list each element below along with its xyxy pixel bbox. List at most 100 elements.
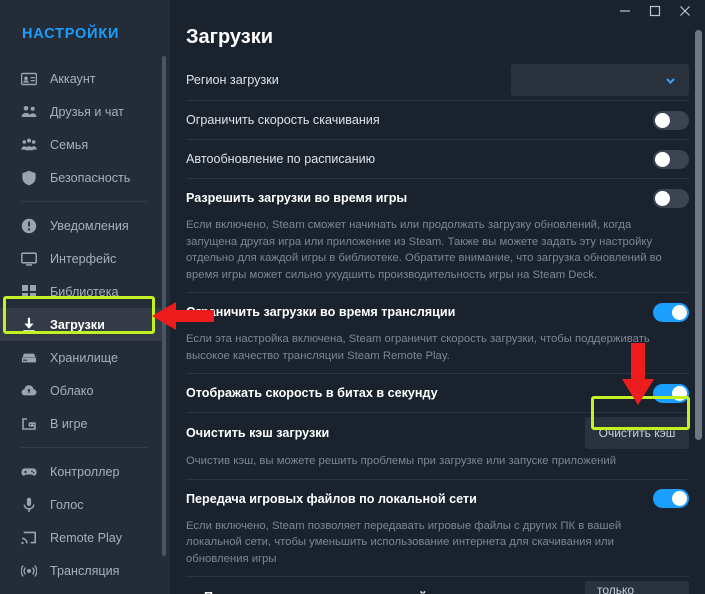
sidebar-item-друзья-и-чат[interactable]: Друзья и чат: [0, 95, 162, 128]
clear-cache-button-label: Очистить кэш: [598, 426, 676, 440]
lan-transfer-label: Передача игровых файлов по локальной сет…: [186, 491, 477, 506]
sidebar-item-трансляция[interactable]: Трансляция: [0, 554, 162, 587]
drive-icon: [20, 349, 37, 366]
display-bits-per-second-toggle[interactable]: [653, 383, 689, 403]
row-downloads-during-gameplay: Разрешить загрузки во время игры: [186, 179, 689, 217]
sidebar-item-label: Семья: [50, 137, 89, 152]
sidebar-item-загрузки[interactable]: Загрузки: [0, 308, 162, 341]
sidebar-item-label: Облако: [50, 383, 94, 398]
row-limit-bandwidth: Ограничить скорость скачивания: [186, 101, 689, 139]
sidebar-item-безопасность[interactable]: Безопасность: [0, 161, 162, 194]
gamepad-icon: [20, 463, 37, 480]
toggle-knob: [672, 385, 687, 401]
shield-icon: [20, 169, 37, 186]
sidebar-item-контроллер[interactable]: Контроллер: [0, 455, 162, 488]
sidebar-item-label: Друзья и чат: [50, 104, 124, 119]
sidebar-item-библиотека[interactable]: Библиотека: [0, 275, 162, 308]
toggle-knob: [672, 304, 687, 320]
chevron-down-icon: [666, 77, 675, 84]
monitor-icon: [20, 250, 37, 267]
toggle-knob: [655, 112, 670, 128]
microphone-icon: [20, 496, 37, 513]
display-bits-per-second-label: Отображать скорость в битах в секунду: [186, 386, 438, 400]
sidebar-item-аккаунт[interactable]: Аккаунт: [0, 62, 162, 95]
maximize-button[interactable]: [641, 1, 669, 21]
sidebar-item-label: Уведомления: [50, 218, 129, 233]
sidebar-divider: [20, 201, 148, 202]
row-download-region: Регион загрузки: [186, 60, 689, 100]
throttle-while-streaming-label: Ограничить загрузки во время трансляции: [186, 305, 456, 319]
sidebar-item-label: Голос: [50, 497, 84, 512]
allow-transfer-to-value: только мне: [597, 583, 635, 594]
row-clear-download-cache: Очистить кэш загрузки Очистить кэш: [186, 413, 689, 453]
clear-download-cache-label: Очистить кэш загрузки: [186, 426, 330, 440]
row-lan-transfer: Передача игровых файлов по локальной сет…: [186, 480, 689, 518]
sidebar-item-label: Аккаунт: [50, 71, 96, 86]
window-titlebar: [170, 0, 705, 22]
sidebar-item-label: Трансляция: [50, 563, 120, 578]
bell-alert-icon: [20, 217, 37, 234]
close-button[interactable]: [671, 1, 699, 21]
broadcast-icon: [20, 562, 37, 579]
sidebar-item-label: Загрузки: [50, 317, 105, 332]
scheduled-autoupdate-label: Автообновление по расписанию: [186, 152, 376, 166]
sidebar-item-уведомления[interactable]: Уведомления: [0, 209, 162, 242]
clear-cache-button[interactable]: Очистить кэш: [585, 417, 689, 449]
sidebar-item-интерфейс[interactable]: Интерфейс: [0, 242, 162, 275]
download-region-dropdown[interactable]: [511, 64, 689, 96]
toggle-knob: [655, 151, 670, 167]
settings-sidebar: НАСТРОЙКИ Аккаунт Друзья и чат Семья Безопа…: [0, 0, 170, 594]
steam-settings-window: НАСТРОЙКИ Аккаунт Друзья и чат Семья Безопа…: [0, 0, 705, 594]
downloads-during-gameplay-toggle[interactable]: [653, 188, 689, 208]
toggle-knob: [672, 491, 687, 506]
downloads-during-gameplay-label: Разрешить загрузки во время игры: [186, 191, 408, 205]
sidebar-item-label: Безопасность: [50, 170, 131, 185]
sidebar-item-голос[interactable]: Голос: [0, 488, 162, 521]
sidebar-item-label: Хранилище: [50, 350, 119, 365]
chevron-down-icon: [665, 591, 677, 594]
throttle-while-streaming-toggle[interactable]: [653, 302, 689, 322]
throttle-while-streaming-description: Если эта настройка включена, Steam огран…: [186, 333, 650, 362]
scheduled-autoupdate-toggle[interactable]: [653, 149, 689, 169]
friends-icon: [20, 103, 37, 120]
sidebar-item-музыка[interactable]: Музыка: [0, 587, 162, 594]
sidebar-item-семья[interactable]: Семья: [0, 128, 162, 161]
limit-bandwidth-toggle[interactable]: [653, 110, 689, 130]
row-allow-transfer-to: Позволять передачу с этого устройства на…: [186, 577, 689, 594]
row-scheduled-autoupdate: Автообновление по расписанию: [186, 140, 689, 178]
in-game-icon: [20, 415, 37, 432]
lan-transfer-description: Если включено, Steam позволяет передават…: [186, 519, 622, 565]
family-icon: [20, 136, 37, 153]
minimize-button[interactable]: [611, 1, 639, 21]
main-panel: Загрузки Регион загрузки Ограничить скор…: [170, 0, 705, 594]
sidebar-divider: [20, 447, 148, 448]
sidebar-scrollbar[interactable]: [162, 56, 166, 556]
sidebar-item-label: В игре: [50, 416, 88, 431]
sidebar-item-label: Контроллер: [50, 464, 120, 479]
settings-content: Регион загрузки Ограничить скорость скач…: [170, 60, 705, 594]
limit-bandwidth-label: Ограничить скорость скачивания: [186, 113, 380, 127]
sidebar-item-label: Интерфейс: [50, 251, 117, 266]
download-icon: [20, 316, 37, 333]
sidebar-nav-list: Аккаунт Друзья и чат Семья Безопасность Увед…: [0, 62, 170, 594]
cast-icon: [20, 529, 37, 546]
cloud-icon: [20, 382, 37, 399]
allow-transfer-to-label: Позволять передачу с этого устройства на: [204, 590, 472, 594]
row-throttle-while-streaming: Ограничить загрузки во время трансляции: [186, 293, 689, 331]
lan-transfer-toggle[interactable]: [653, 489, 689, 508]
sidebar-item-облако[interactable]: Облако: [0, 374, 162, 407]
sidebar-item-label: Библиотека: [50, 284, 119, 299]
row-display-bits-per-second: Отображать скорость в битах в секунду: [186, 374, 689, 412]
sidebar-item-хранилище[interactable]: Хранилище: [0, 341, 162, 374]
id-card-icon: [20, 70, 37, 87]
sidebar-item-label: Remote Play: [50, 530, 123, 545]
main-scrollbar[interactable]: [695, 30, 702, 440]
download-region-label: Регион загрузки: [186, 73, 279, 87]
downloads-during-gameplay-description: Если включено, Steam сможет начинать или…: [186, 219, 662, 281]
grid-icon: [20, 283, 37, 300]
page-title: Загрузки: [186, 26, 274, 48]
sidebar-item-в-игре[interactable]: В игре: [0, 407, 162, 440]
allow-transfer-to-dropdown[interactable]: только мне: [585, 581, 689, 594]
sidebar-title: НАСТРОЙКИ: [22, 26, 120, 42]
sidebar-item-remote-play[interactable]: Remote Play: [0, 521, 162, 554]
